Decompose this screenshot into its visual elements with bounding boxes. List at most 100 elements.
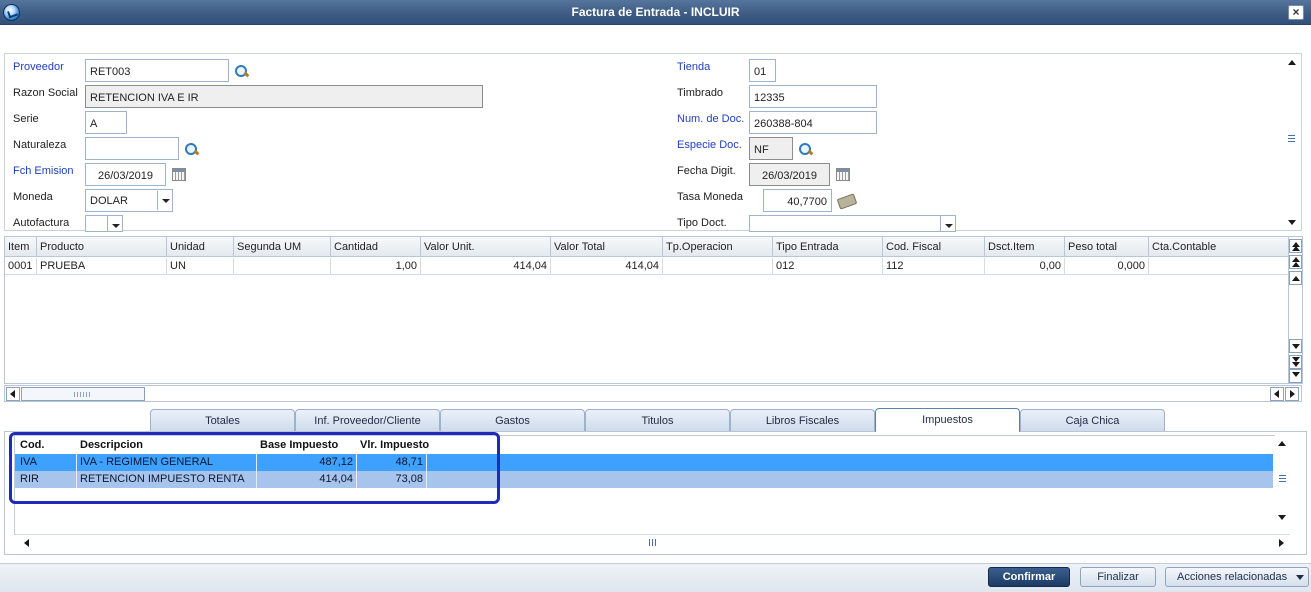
tasa-moneda-field[interactable]: 40,7700 — [763, 189, 832, 212]
table-cell[interactable] — [234, 258, 331, 275]
scroll-grip-icon[interactable] — [649, 539, 657, 546]
razon-social-field[interactable]: RETENCION IVA E IR — [85, 85, 483, 108]
confirm-button[interactable]: Confirmar — [988, 567, 1070, 587]
search-icon[interactable] — [798, 142, 814, 158]
table-cell[interactable]: 1,00 — [331, 258, 421, 275]
column-header[interactable]: Unidad — [167, 237, 234, 257]
table-cell[interactable]: 0,000 — [1065, 258, 1149, 275]
scroll-right-icon — [1290, 390, 1295, 398]
moneda-label: Moneda — [13, 191, 53, 203]
fecha-digit-label: Fecha Digit. — [677, 165, 736, 177]
finish-button[interactable]: Finalizar — [1080, 567, 1156, 587]
scroll-grip-icon[interactable] — [1288, 135, 1295, 142]
scroll-page-down-button[interactable] — [1289, 355, 1302, 369]
scroll-up-button[interactable] — [1289, 271, 1302, 285]
scroll-left-icon[interactable] — [24, 539, 29, 547]
column-header[interactable]: Valor Total — [551, 237, 663, 257]
tab-gastos[interactable]: Gastos — [440, 409, 585, 431]
scroll-up-icon — [1292, 276, 1300, 281]
column-header[interactable]: Cantidad — [331, 237, 421, 257]
search-icon[interactable] — [184, 142, 200, 158]
table-cell[interactable]: 0001 — [5, 258, 37, 275]
scroll-left-button[interactable] — [1270, 387, 1284, 401]
tab-inf-proveedor[interactable]: Inf. Proveedor/Cliente — [295, 409, 440, 431]
table-cell[interactable]: 012 — [773, 258, 883, 275]
timbrado-field[interactable]: 12335 — [749, 85, 877, 108]
scroll-down-icon[interactable] — [1288, 220, 1296, 225]
tab-titulos[interactable]: Titulos — [585, 409, 730, 431]
tab-impuestos[interactable]: Impuestos — [875, 408, 1020, 432]
column-header[interactable]: Tipo Entrada — [773, 237, 883, 257]
tab-caja-chica[interactable]: Caja Chica — [1020, 409, 1165, 431]
related-actions-button[interactable]: Acciones relacionadas — [1165, 567, 1309, 587]
timbrado-label: Timbrado — [677, 87, 724, 99]
scroll-bottom-button[interactable] — [1289, 369, 1302, 383]
tienda-field[interactable]: 01 — [749, 59, 776, 82]
table-cell[interactable]: 414,04 — [551, 258, 663, 275]
scroll-left-button[interactable] — [6, 387, 20, 401]
scroll-page-up-icon — [1292, 262, 1300, 267]
chevron-down-icon — [1296, 575, 1304, 580]
num-doc-field[interactable]: 260388-804 — [749, 111, 877, 134]
tab-libros-fiscales[interactable]: Libros Fiscales — [730, 409, 875, 431]
column-header[interactable]: Dsct.Item — [985, 237, 1065, 257]
serie-field[interactable]: A — [85, 111, 127, 134]
column-header[interactable]: Segunda UM — [234, 237, 331, 257]
items-vertical-scrollbar[interactable] — [1289, 236, 1303, 384]
column-header[interactable]: Cta.Contable — [1149, 237, 1288, 257]
column-header[interactable]: Cod. Fiscal — [883, 237, 985, 257]
column-header[interactable]: Tp.Operacion — [663, 237, 773, 257]
column-header[interactable]: Valor Unit. — [421, 237, 551, 257]
table-cell[interactable] — [663, 258, 773, 275]
tipo-doct-select[interactable] — [749, 215, 956, 232]
items-horizontal-scrollbar[interactable] — [4, 385, 1302, 402]
fecha-digit-field[interactable]: 26/03/2019 — [749, 163, 830, 186]
table-cell[interactable]: 414,04 — [421, 258, 551, 275]
tab-bar: Totales Inf. Proveedor/Cliente Gastos Ti… — [150, 408, 1165, 432]
scroll-right-icon[interactable] — [1279, 539, 1284, 547]
especie-doc-field[interactable]: NF — [749, 137, 793, 160]
table-cell[interactable]: 0,00 — [985, 258, 1065, 275]
calendar-icon[interactable] — [172, 168, 186, 181]
scroll-up-icon[interactable] — [1278, 441, 1286, 446]
table-cell[interactable]: UN — [167, 258, 234, 275]
tasa-moneda-label: Tasa Moneda — [677, 191, 744, 203]
tab-totales[interactable]: Totales — [150, 409, 295, 431]
calendar-icon[interactable] — [836, 168, 850, 181]
tipo-doct-label: Tipo Doct. — [677, 217, 727, 229]
chevron-down-icon[interactable] — [940, 216, 955, 231]
scroll-down-icon[interactable] — [1278, 515, 1286, 520]
column-header[interactable]: Producto — [37, 237, 167, 257]
serie-label: Serie — [13, 113, 39, 125]
table-cell[interactable]: 112 — [883, 258, 985, 275]
scroll-top-button[interactable] — [1289, 239, 1302, 253]
scroll-down-button[interactable] — [1289, 339, 1302, 353]
column-header[interactable]: Item — [5, 237, 37, 257]
form-scrollbar[interactable] — [1285, 55, 1299, 229]
window-title: Factura de Entrada - INCLUIR — [571, 5, 740, 19]
taxes-horizontal-scrollbar[interactable] — [16, 534, 1290, 550]
autofactura-select[interactable] — [85, 215, 123, 232]
scroll-page-down-icon — [1292, 362, 1300, 367]
table-cell[interactable]: PRUEBA — [37, 258, 167, 275]
chevron-down-icon[interactable] — [157, 191, 172, 210]
tienda-label: Tienda — [677, 61, 711, 73]
table-cell[interactable] — [1149, 258, 1288, 275]
scroll-right-button[interactable] — [1285, 387, 1299, 401]
search-icon[interactable] — [234, 64, 250, 80]
scroll-up-icon[interactable] — [1288, 60, 1296, 65]
taxes-vertical-scrollbar[interactable] — [1275, 435, 1290, 535]
scroll-page-up-button[interactable] — [1289, 255, 1302, 269]
proveedor-field[interactable]: RET003 — [85, 59, 229, 82]
scroll-thumb[interactable] — [21, 387, 145, 401]
scroll-grip-icon — [74, 392, 92, 397]
chevron-down-icon[interactable] — [107, 216, 122, 231]
scroll-grip-icon[interactable] — [1279, 475, 1286, 482]
fch-emision-field[interactable]: 26/03/2019 — [85, 163, 166, 186]
especie-doc-label: Especie Doc. — [677, 139, 742, 151]
moneda-select[interactable]: DOLAR — [85, 189, 173, 212]
column-header[interactable]: Peso total — [1065, 237, 1149, 257]
proveedor-label: Proveedor — [13, 61, 64, 73]
close-icon[interactable]: × — [1288, 5, 1304, 20]
naturaleza-field[interactable] — [85, 137, 179, 160]
